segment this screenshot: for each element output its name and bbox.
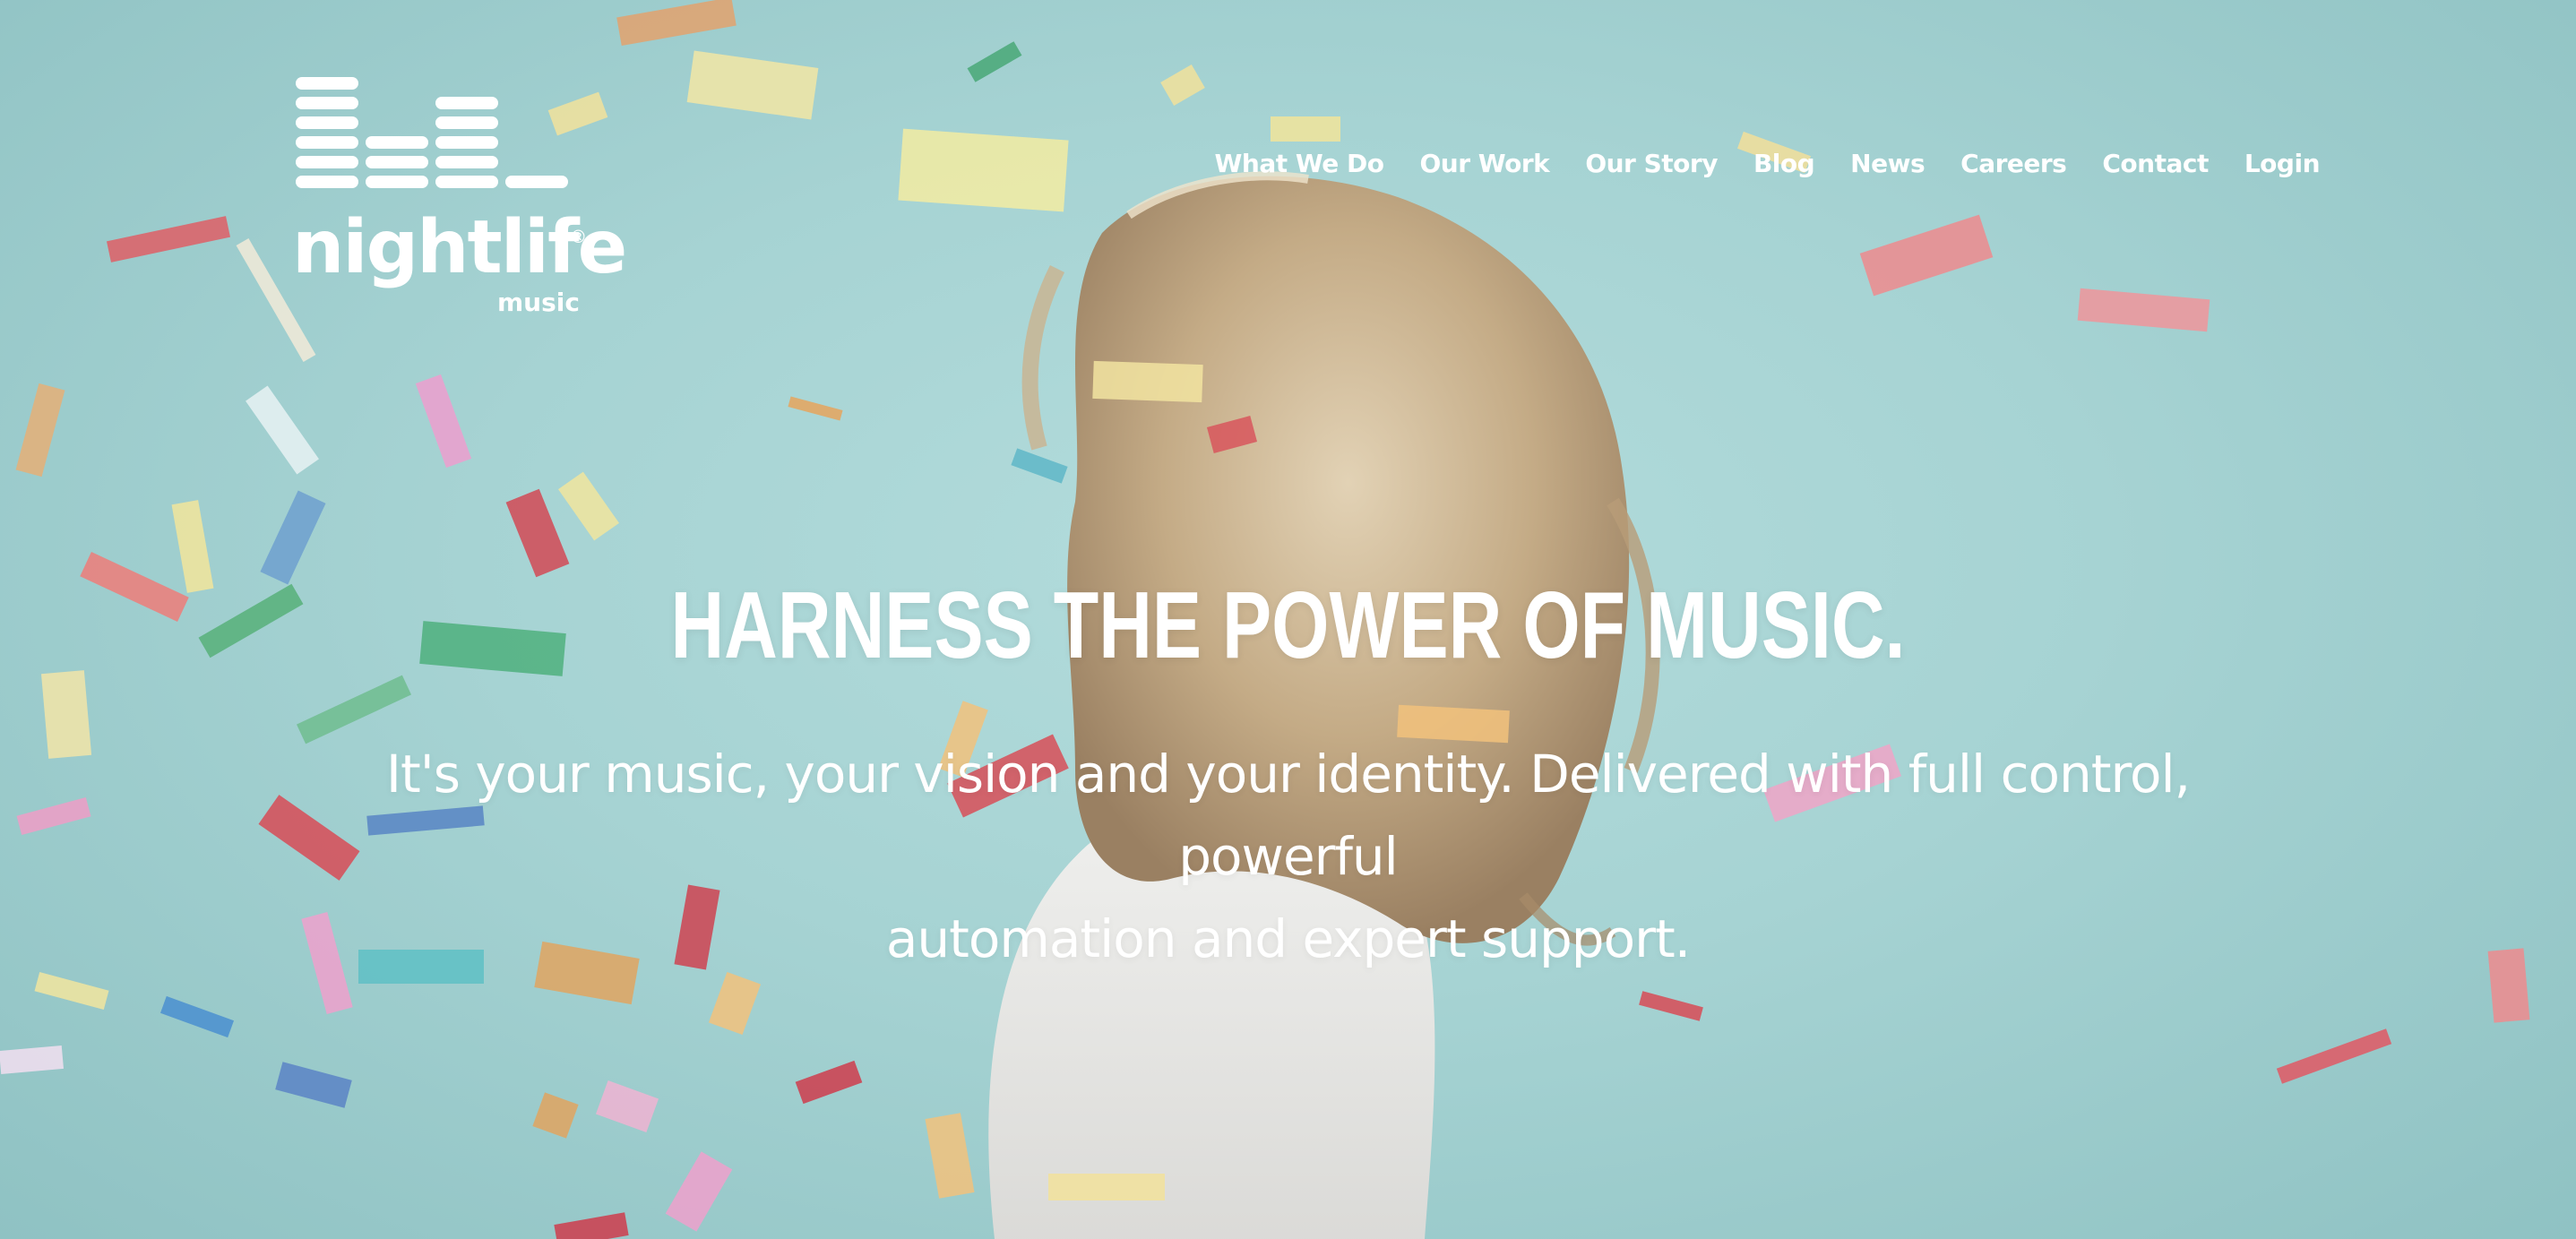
main-nav: What We Do Our Work Our Story Blog News …: [1215, 149, 2321, 178]
nav-item-careers[interactable]: Careers: [1960, 149, 2067, 178]
equalizer-bars-icon: [296, 77, 568, 188]
logo-wordmark: nightlife: [292, 205, 627, 290]
nav-item-news[interactable]: News: [1850, 149, 1925, 178]
nav-item-blog[interactable]: Blog: [1753, 149, 1815, 178]
logo-submark: music: [497, 288, 580, 317]
hero-section: nightlife ® music What We Do Our Work Ou…: [0, 0, 2576, 1239]
hero-headline: HARNESS THE POWER OF MUSIC.: [670, 572, 1906, 678]
nightlife-music-logo[interactable]: nightlife ® music: [292, 77, 627, 328]
hero-subheadline-line-1: It's your music, your vision and your id…: [385, 744, 2191, 887]
nav-item-our-work[interactable]: Our Work: [1419, 149, 1549, 178]
nav-item-what-we-do[interactable]: What We Do: [1215, 149, 1384, 178]
nav-item-login[interactable]: Login: [2244, 149, 2321, 178]
registered-mark: ®: [572, 228, 585, 247]
hero-subheadline: It's your music, your vision and your id…: [296, 733, 2280, 980]
nav-item-our-story[interactable]: Our Story: [1585, 149, 1718, 178]
hero-subheadline-line-2: automation and expert support.: [885, 908, 1691, 969]
nav-item-contact[interactable]: Contact: [2102, 149, 2209, 178]
